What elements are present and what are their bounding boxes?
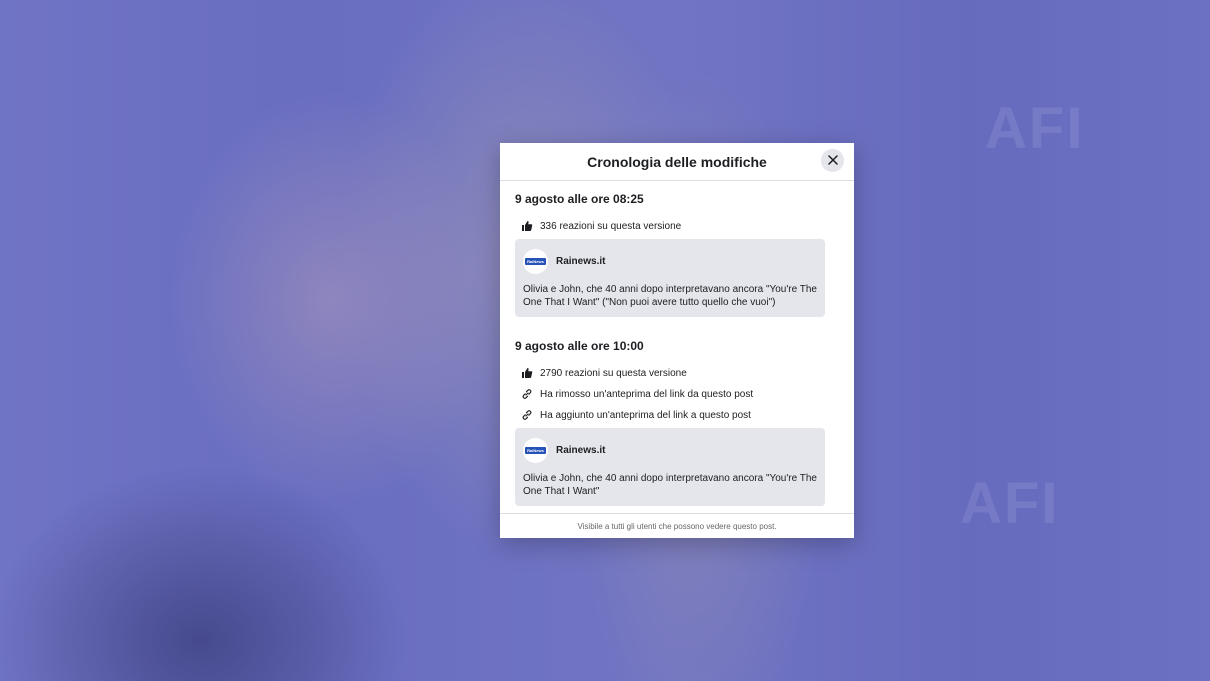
card-text: Olivia e John, che 40 anni dopo interpre…: [523, 284, 817, 308]
version-date: 9 agosto alle ore 10:00: [515, 339, 644, 353]
thumbs-up-icon: [521, 367, 533, 379]
rainews-logo: RaiNews: [525, 447, 546, 454]
background-logo: AFI: [985, 96, 1085, 161]
rainews-logo: RaiNews: [525, 258, 546, 265]
dialog-title: Cronologia delle modifiche: [587, 153, 767, 170]
close-button[interactable]: [821, 149, 844, 172]
card-source: RaiNews Rainews.it: [523, 438, 817, 463]
reactions-count: 336 reazioni su questa versione: [540, 220, 682, 232]
change-row: Ha rimosso un'anteprima del link da ques…: [515, 384, 839, 404]
link-icon: [521, 409, 533, 421]
change-text: Ha rimosso un'anteprima del link da ques…: [540, 388, 754, 400]
edit-history-dialog: Cronologia delle modifiche 9 agosto alle…: [500, 143, 854, 538]
close-icon: [827, 152, 838, 170]
change-text: Ha aggiunto un'anteprima del link a ques…: [540, 409, 751, 421]
reactions-count: 2790 reazioni su questa versione: [540, 367, 687, 379]
reactions-row: 2790 reazioni su questa versione: [515, 363, 839, 383]
thumbs-up-icon: [521, 220, 533, 232]
source-name: Rainews.it: [556, 256, 606, 267]
dialog-header: Cronologia delle modifiche: [500, 143, 854, 181]
change-row: Ha aggiunto un'anteprima del link a ques…: [515, 405, 839, 425]
link-preview-card[interactable]: RaiNews Rainews.it Olivia e John, che 40…: [515, 239, 825, 317]
version-section: 9 agosto alle ore 08:25 336 reazioni su …: [500, 192, 854, 317]
background-logo: AFI: [960, 471, 1060, 536]
avatar: RaiNews: [523, 249, 548, 274]
card-source: RaiNews Rainews.it: [523, 249, 817, 274]
avatar: RaiNews: [523, 438, 548, 463]
version-section: 9 agosto alle ore 10:00 2790 reazioni su…: [500, 339, 854, 506]
version-date: 9 agosto alle ore 08:25: [515, 192, 644, 206]
link-icon: [521, 388, 533, 400]
card-text: Olivia e John, che 40 anni dopo interpre…: [523, 473, 817, 497]
link-preview-card[interactable]: RaiNews Rainews.it Olivia e John, che 40…: [515, 428, 825, 506]
reactions-row: 336 reazioni su questa versione: [515, 216, 839, 236]
source-name: Rainews.it: [556, 445, 606, 456]
visibility-note: Visibile a tutti gli utenti che possono …: [500, 513, 854, 538]
